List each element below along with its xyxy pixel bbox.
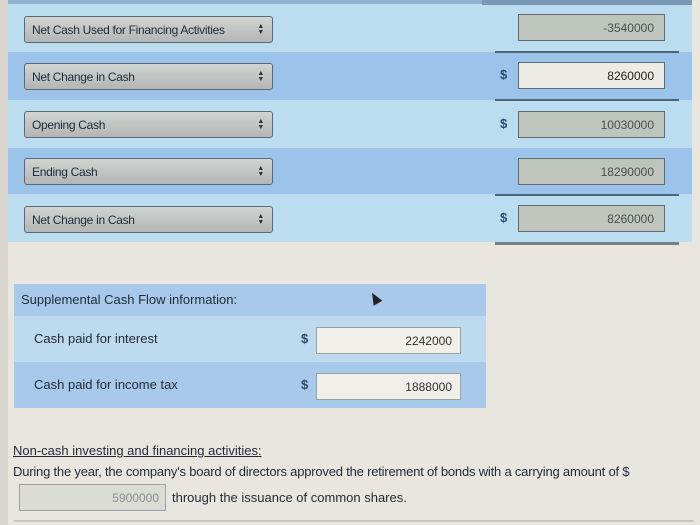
net-change-select-2[interactable]: Net Change in Cash ▲ ▼ [24, 206, 273, 233]
select-arrows-icon: ▲ ▼ [257, 212, 264, 226]
dollar-sign: $ [500, 67, 508, 82]
select-label: Net Change in Cash [32, 212, 135, 227]
page-edge [0, 0, 8, 525]
income-tax-input[interactable]: 1888000 [316, 373, 461, 400]
noncash-title: Non-cash investing and financing activit… [13, 443, 262, 458]
bottom-divider [14, 520, 694, 522]
ending-cash-select[interactable]: Ending Cash ▲ ▼ [24, 158, 273, 185]
supplemental-title: Supplemental Cash Flow information: [21, 292, 238, 307]
select-arrows-icon: ▲ ▼ [257, 117, 264, 131]
interest-input[interactable]: 2242000 [316, 327, 461, 354]
subtotal-line [495, 99, 679, 101]
supplemental-header: Supplemental Cash Flow information: [14, 284, 486, 316]
noncash-description: During the year, the company's board of … [13, 464, 630, 479]
net-change-select[interactable]: Net Change in Cash ▲ ▼ [24, 63, 273, 90]
dollar-sign: $ [301, 377, 309, 392]
dollar-sign: $ [500, 210, 508, 225]
noncash-after-text: through the issuance of common shares. [172, 490, 407, 505]
supplemental-row-tax: Cash paid for income tax $ 1888000 [14, 362, 486, 408]
financing-activities-select[interactable]: Net Cash Used for Financing Activities ▲… [24, 16, 273, 43]
dollar-sign: $ [500, 116, 508, 131]
top-total-line [482, 0, 692, 5]
select-label: Net Change in Cash [32, 69, 135, 84]
dollar-sign: $ [301, 331, 309, 346]
ending-cash-input[interactable]: 18290000 [518, 158, 665, 185]
income-tax-label: Cash paid for income tax [34, 377, 178, 392]
opening-cash-select[interactable]: Opening Cash ▲ ▼ [24, 111, 273, 138]
subtotal-line [495, 194, 679, 196]
bond-carrying-amount-input[interactable]: 5900000 [19, 484, 166, 511]
select-arrows-icon: ▲ ▼ [257, 69, 264, 83]
net-change-input[interactable]: 8260000 [518, 62, 665, 89]
subtotal-line [495, 51, 679, 53]
interest-label: Cash paid for interest [34, 331, 158, 346]
total-double-line [495, 242, 679, 245]
select-arrows-icon: ▲ ▼ [257, 22, 264, 36]
opening-cash-input[interactable]: 10030000 [518, 111, 665, 138]
select-arrows-icon: ▲ ▼ [257, 164, 264, 178]
financing-activities-input[interactable]: -3540000 [518, 14, 665, 41]
select-label: Ending Cash [32, 164, 98, 179]
select-label: Opening Cash [32, 117, 106, 132]
net-change-input-2[interactable]: 8260000 [518, 205, 665, 232]
supplemental-row-interest: Cash paid for interest $ 2242000 [14, 316, 486, 362]
select-label: Net Cash Used for Financing Activities [32, 22, 225, 37]
